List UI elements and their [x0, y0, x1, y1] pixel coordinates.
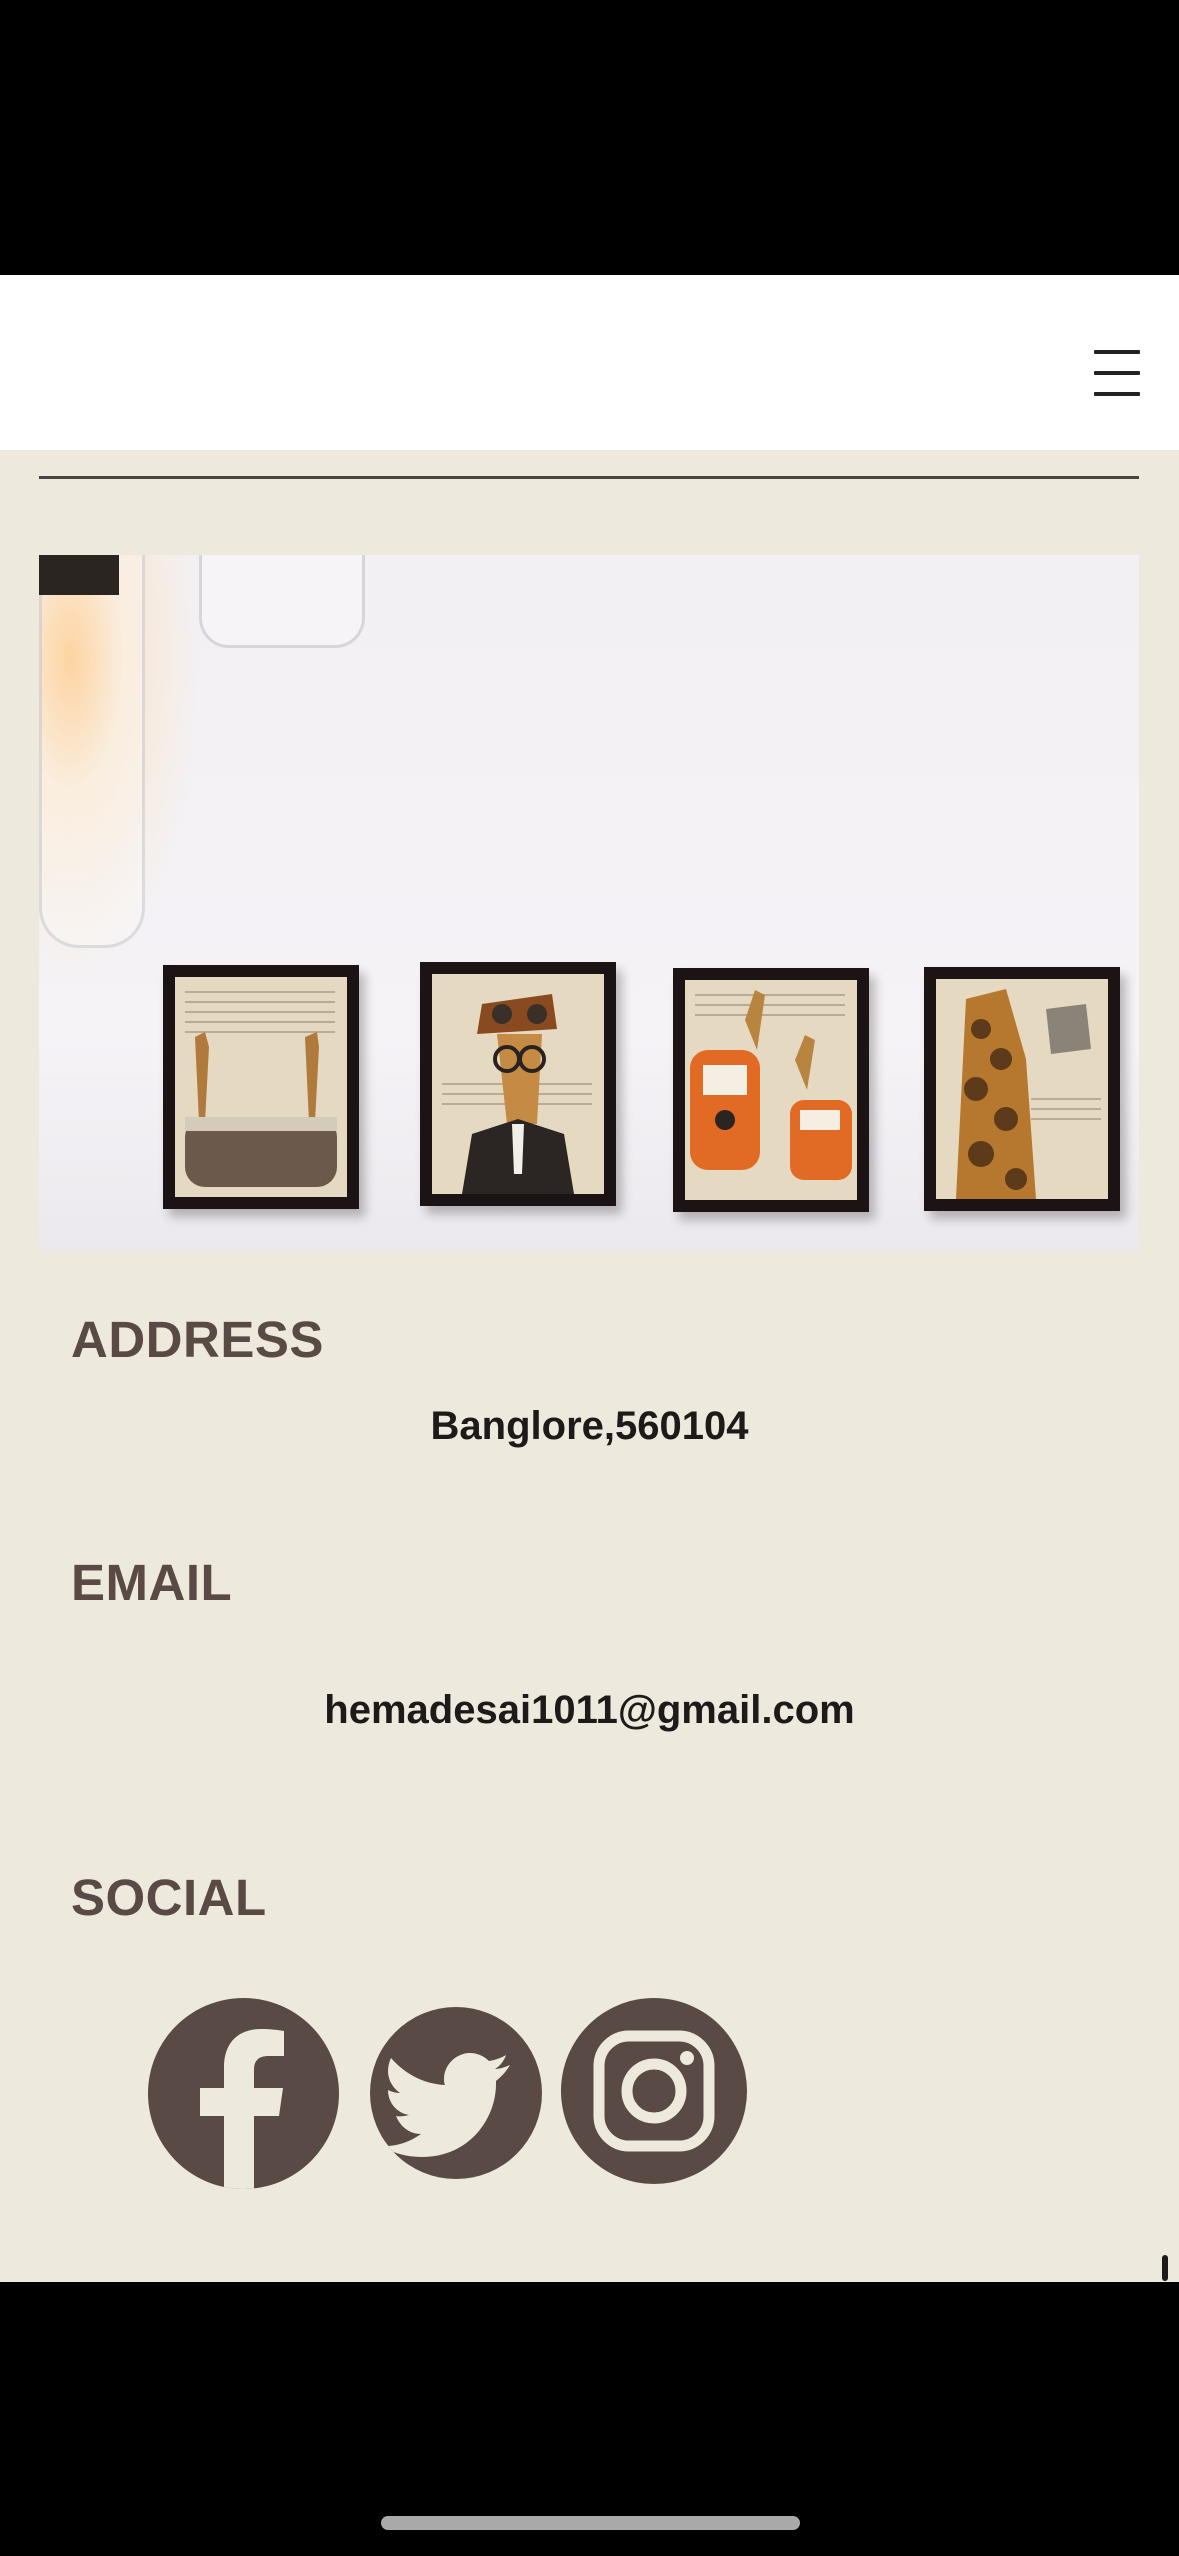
menu-line — [1094, 371, 1140, 375]
pendant-lamp — [39, 555, 145, 948]
lamp-cap — [39, 555, 119, 595]
menu-line — [1094, 392, 1140, 396]
bottom-safe-area — [0, 2282, 1179, 2556]
picture-frame-bathtub — [163, 965, 359, 1209]
site-header — [0, 275, 1179, 450]
section-divider — [39, 476, 1139, 479]
address-value: Banglore,560104 — [430, 1404, 749, 1448]
facebook-icon[interactable] — [148, 1998, 339, 2189]
home-indicator[interactable] — [381, 2516, 800, 2530]
top-safe-area — [0, 0, 1179, 275]
hamburger-menu-icon[interactable] — [1094, 350, 1140, 396]
picture-frame-giraffe — [924, 967, 1120, 1211]
hero-photo — [39, 555, 1139, 1250]
email-link[interactable]: hemadesai1011@gmail.com — [0, 1688, 1179, 1733]
twitter-icon[interactable] — [370, 2007, 542, 2179]
picture-frame-cars — [673, 968, 869, 1212]
instagram-icon[interactable] — [561, 1998, 747, 2184]
social-label: SOCIAL — [71, 1869, 267, 1926]
picture-frame-steampunk — [420, 962, 616, 1206]
menu-line — [1094, 350, 1140, 354]
scrollbar-thumb[interactable] — [1162, 2255, 1168, 2281]
glass-jar-lamp — [199, 555, 365, 648]
email-label: EMAIL — [71, 1554, 233, 1611]
address-label: ADDRESS — [71, 1311, 324, 1368]
